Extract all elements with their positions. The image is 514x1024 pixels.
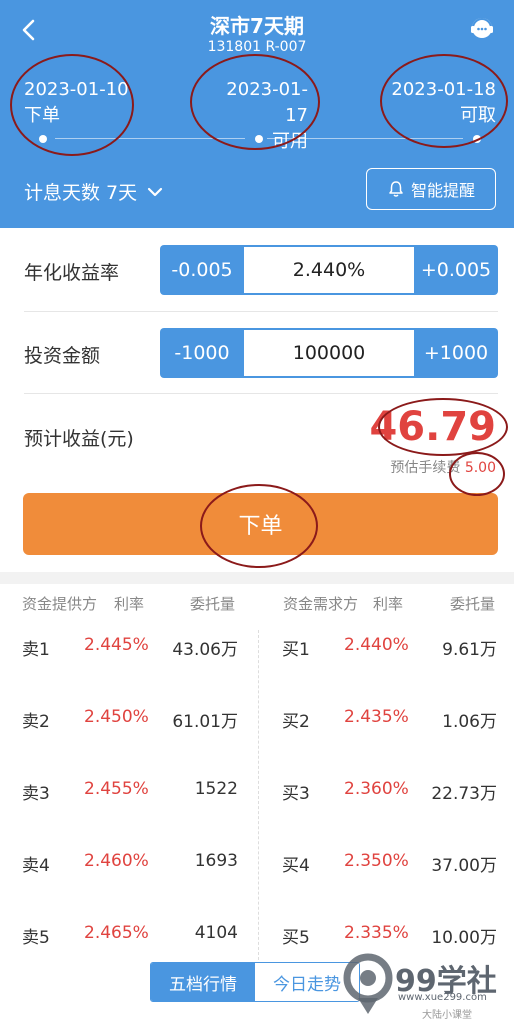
smart-reminder-button[interactable]: 智能提醒 (366, 168, 496, 210)
timeline-segment (267, 138, 463, 139)
buy-level-rate: 2.440% (344, 635, 409, 655)
sell-level-rate: 2.460% (84, 851, 149, 871)
sell-level-name: 卖5 (22, 928, 50, 948)
order-date: 2023-01-10 下单 (24, 77, 129, 129)
amount-row: 投资金额 -1000 100000 +1000 (0, 327, 514, 379)
buy-level-name: 买4 (282, 856, 310, 876)
amount-increase-button[interactable]: +1000 (414, 328, 498, 378)
buy-level-rate: 2.350% (344, 851, 409, 871)
fee-estimate: 预估手续费 5.00 (390, 457, 496, 477)
rate-increase-button[interactable]: +0.005 (414, 245, 498, 295)
sell-level-qty: 61.01万 (172, 712, 238, 732)
buy-level-qty: 9.61万 (442, 640, 497, 660)
place-order-label: 下单 (238, 514, 283, 539)
amount-value[interactable]: 100000 (244, 330, 414, 376)
sell-level-name: 卖4 (22, 856, 50, 876)
buy-level-rate: 2.335% (344, 923, 409, 943)
withdraw-date-value: 2023-01-18 (391, 79, 496, 100)
buy-level-name: 买1 (282, 640, 310, 660)
interest-days-label: 计息天数 7天 (24, 182, 138, 204)
amount-decrease-button[interactable]: -1000 (160, 328, 244, 378)
watermark-note: 大陆小课堂 (422, 1010, 472, 1021)
market-tabs: 五档行情 今日走势 (150, 962, 360, 1002)
amount-stepper: -1000 100000 +1000 (160, 328, 498, 378)
page-title: 深市7天期 (210, 14, 304, 38)
demander-rate-header: 利率 (373, 595, 404, 613)
section-gap (0, 572, 514, 584)
chevron-down-icon (148, 187, 163, 196)
sell-level-rate: 2.455% (84, 779, 149, 799)
buy-level-qty: 22.73万 (431, 784, 497, 804)
timeline-segment (55, 138, 245, 139)
buy-level-name: 买2 (282, 712, 310, 732)
sell-level-qty: 4104 (194, 923, 238, 943)
rate-label: 年化收益率 (24, 262, 120, 284)
buy-level-qty: 37.00万 (431, 856, 497, 876)
buy-level-rate: 2.360% (344, 779, 409, 799)
bell-icon (389, 181, 403, 197)
buy-level-name: 买3 (282, 784, 310, 804)
sell-level-rate: 2.465% (84, 923, 149, 943)
expected-profit-label: 预计收益(元) (24, 428, 134, 450)
fee-value: 5.00 (464, 460, 496, 476)
place-order-button[interactable]: 下单 (23, 493, 498, 555)
timeline-dot (255, 135, 263, 143)
available-date-value: 2023-01-17 (226, 79, 308, 126)
sell-level-name: 卖2 (22, 712, 50, 732)
sell-level-rate: 2.450% (84, 707, 149, 727)
book-separator (258, 630, 259, 960)
provider-rate-header: 利率 (114, 595, 145, 613)
header-panel: 深市7天期 131801 R-007 2023-01-10 下单 2023-01… (0, 0, 514, 228)
sell-level-name: 卖1 (22, 640, 50, 660)
order-date-label: 下单 (24, 105, 60, 126)
rate-decrease-button[interactable]: -0.005 (160, 245, 244, 295)
fee-label: 预估手续费 (390, 460, 461, 476)
divider (24, 393, 498, 394)
provider-qty-header: 委托量 (190, 595, 236, 613)
watermark-url: www.xue299.com (398, 992, 487, 1003)
interest-days-dropdown[interactable]: 计息天数 7天 (24, 178, 163, 205)
smart-reminder-label: 智能提醒 (410, 181, 475, 200)
date-timeline (39, 135, 481, 143)
demander-header: 资金需求方 (283, 595, 359, 613)
sell-level-rate: 2.445% (84, 635, 149, 655)
divider (24, 311, 498, 312)
sell-level-qty: 43.06万 (172, 640, 238, 660)
rate-stepper: -0.005 2.440% +0.005 (160, 245, 498, 295)
rate-row: 年化收益率 -0.005 2.440% +0.005 (0, 244, 514, 296)
buy-level-qty: 10.00万 (431, 928, 497, 948)
timeline-dot (473, 135, 481, 143)
withdraw-date-label: 可取 (460, 105, 496, 126)
sell-level-name: 卖3 (22, 784, 50, 804)
buy-level-qty: 1.06万 (442, 712, 497, 732)
tab-five-levels[interactable]: 五档行情 (151, 963, 255, 1001)
customer-service-icon[interactable] (468, 14, 496, 42)
buy-level-rate: 2.435% (344, 707, 409, 727)
demander-qty-header: 委托量 (450, 595, 496, 613)
expected-profit-value: 46.79 (369, 404, 496, 450)
available-date: 2023-01-17 可用 (210, 77, 308, 155)
sell-level-qty: 1693 (194, 851, 238, 871)
timeline-dot (39, 135, 47, 143)
provider-header: 资金提供方 (22, 595, 98, 613)
sell-level-qty: 1522 (194, 779, 238, 799)
buy-level-name: 买5 (282, 928, 310, 948)
rate-value[interactable]: 2.440% (244, 247, 414, 293)
page-subtitle: 131801 R-007 (207, 39, 307, 55)
amount-label: 投资金额 (24, 345, 101, 367)
order-date-value: 2023-01-10 (24, 79, 129, 100)
withdraw-date: 2023-01-18 可取 (391, 77, 496, 129)
